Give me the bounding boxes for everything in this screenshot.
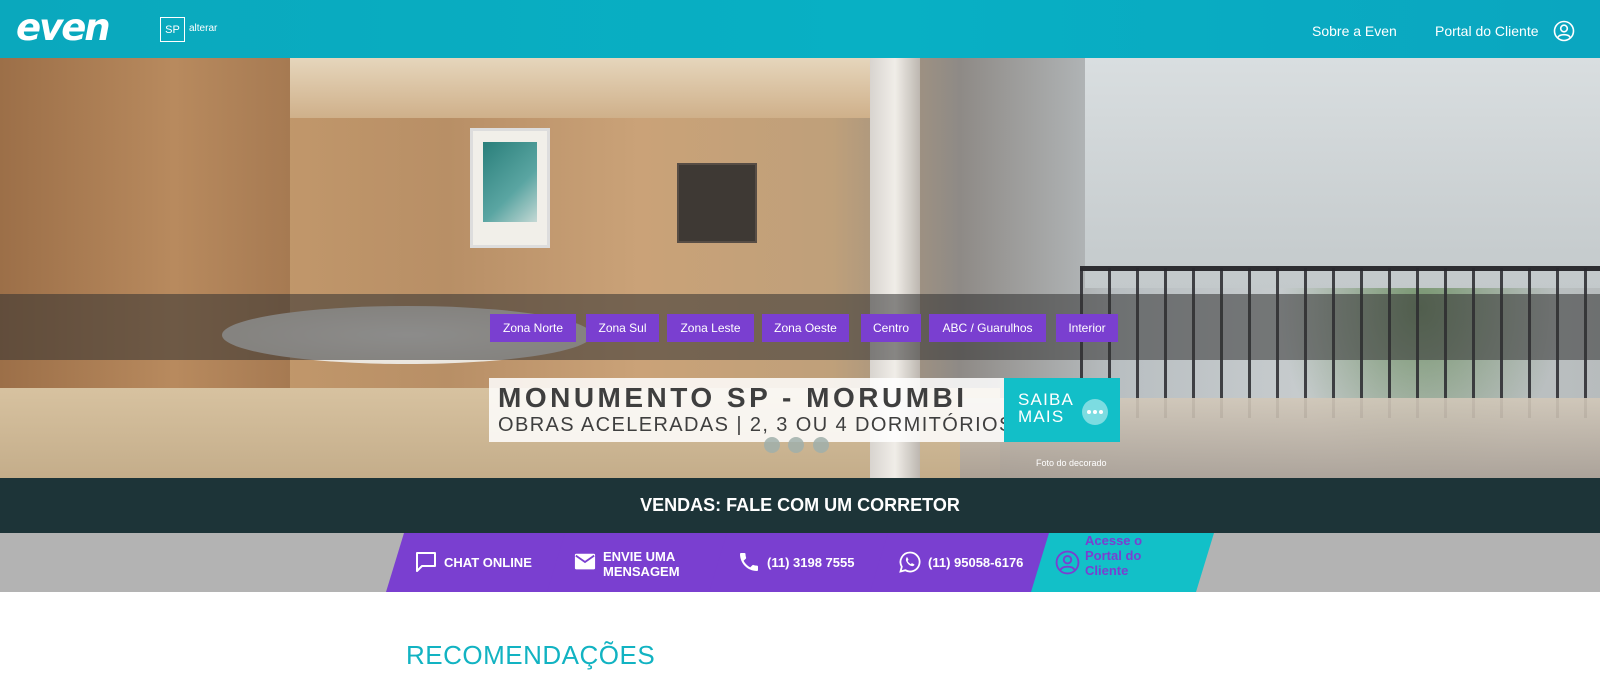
filter-zona-norte[interactable]: Zona Norte [490,314,576,342]
envelope-icon [573,551,597,573]
nav-portal-link[interactable]: Portal do Cliente [1435,22,1539,40]
whatsapp-number: (11) 95058-6176 [928,555,1024,570]
sales-bar: VENDAS: FALE COM UM CORRETOR [0,478,1600,533]
chat-bubble-icon[interactable] [1082,399,1108,425]
sales-text: FALE COM UM CORRETOR [726,495,960,515]
phone-number: (11) 3198 7555 [767,555,855,570]
carousel-dot-1[interactable] [764,437,780,453]
user-icon[interactable] [1553,20,1575,42]
carousel-dot-3[interactable] [813,437,829,453]
phone-button[interactable]: (11) 3198 7555 [709,533,892,592]
filter-zona-sul[interactable]: Zona Sul [586,314,659,342]
sales-prefix: VENDAS: [640,495,722,515]
top-header: even SP alterar Sobre a Even Portal do C… [0,0,1600,58]
photo-caption: Foto do decorado [1036,458,1107,468]
client-portal-label: Acesse o Portal do Cliente [1085,533,1143,578]
filter-zona-leste[interactable]: Zona Leste [667,314,754,342]
phone-icon [737,550,761,574]
promo-subtitle[interactable]: OBRAS ACELERADAS | 2, 3 OU 4 DORMITÓRIOS [498,413,1014,437]
chat-online-label: CHAT ONLINE [444,555,532,570]
send-message-label: ENVIE UMA MENSAGEM [603,549,680,579]
region-change-link[interactable]: alterar [189,23,217,34]
whatsapp-button[interactable]: (11) 95058-6176 [870,533,1053,592]
hero-photo-tv [677,163,757,243]
user-circle-icon [1055,550,1080,575]
recommendations-heading: RECOMENDAÇÕES [406,640,656,670]
more-button-label[interactable]: SAIBA MAIS [1018,391,1088,425]
chat-online-button[interactable]: CHAT ONLINE [386,533,569,592]
nav-about-link[interactable]: Sobre a Even [1312,22,1397,40]
carousel-dot-2[interactable] [788,437,804,453]
hero-photo-glass [1085,58,1600,288]
chat-icon [414,550,438,574]
sales-heading: VENDAS: FALE COM UM CORRETOR [640,495,960,516]
filter-centro[interactable]: Centro [861,314,921,342]
filter-interior[interactable]: Interior [1056,314,1118,342]
filter-abc-guarulhos[interactable]: ABC / Guarulhos [929,314,1046,342]
promo-title[interactable]: MONUMENTO SP - MORUMBI [498,381,968,415]
send-message-button[interactable]: ENVIE UMA MENSAGEM [547,533,730,592]
even-logo[interactable]: even [16,9,111,47]
client-portal-button[interactable]: Acesse o Portal do Cliente [1031,533,1214,592]
hero-photo-artwork-canvas [483,142,537,222]
whatsapp-icon [898,550,922,574]
filter-zona-oeste[interactable]: Zona Oeste [762,314,849,342]
hero-photo-ceiling [290,58,880,118]
region-badge[interactable]: SP [160,17,185,42]
